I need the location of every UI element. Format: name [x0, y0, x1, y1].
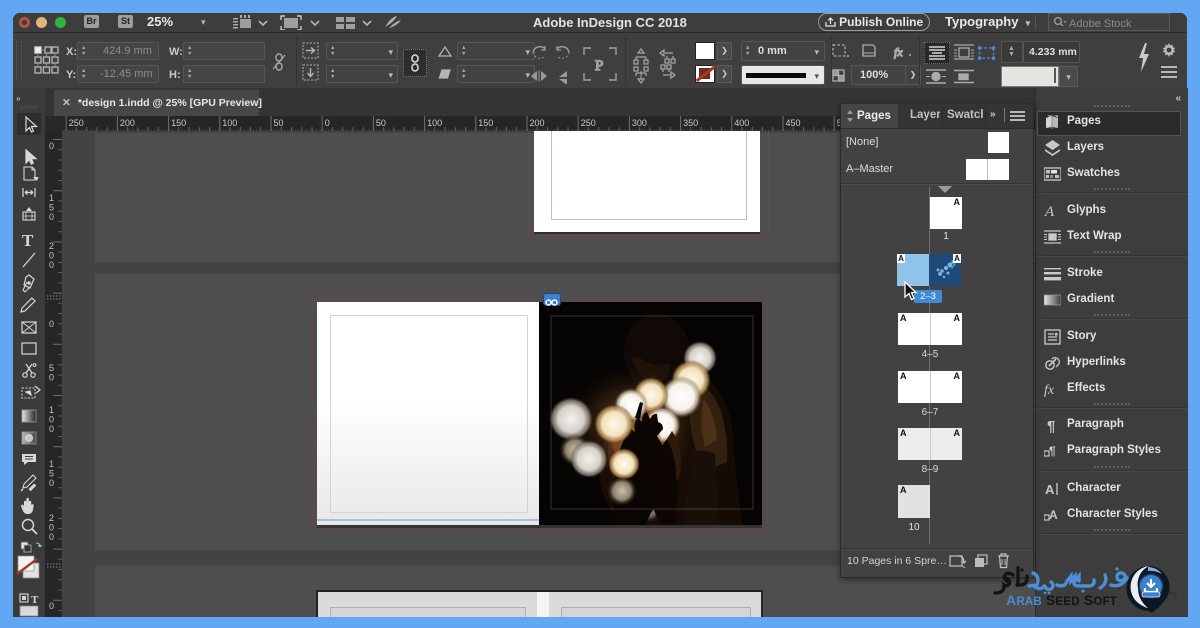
svg-text:fx: fx: [894, 45, 903, 59]
svg-text:SEED SOFT: SEED SOFT: [1046, 592, 1117, 608]
svg-text:A: A: [1049, 508, 1058, 522]
svg-text:100: 100: [222, 118, 237, 128]
svg-text:»: »: [16, 94, 21, 103]
svg-text:5: 5: [49, 469, 54, 479]
svg-text:150: 150: [171, 118, 186, 128]
svg-text:50: 50: [274, 118, 284, 128]
svg-text:50: 50: [376, 118, 386, 128]
svg-text:0: 0: [49, 523, 54, 533]
svg-text:0: 0: [49, 141, 54, 151]
svg-text:5: 5: [49, 203, 54, 213]
svg-text:ARAB: ARAB: [1006, 592, 1042, 608]
svg-text:P: P: [595, 58, 603, 74]
svg-text:100: 100: [427, 118, 442, 128]
svg-text:400: 400: [734, 118, 749, 128]
svg-text:¶: ¶: [1047, 418, 1055, 433]
svg-text:250: 250: [69, 118, 84, 128]
svg-text:1: 1: [49, 193, 54, 203]
svg-text:0: 0: [325, 118, 330, 128]
svg-text:150: 150: [478, 118, 493, 128]
svg-text:0: 0: [49, 373, 54, 383]
svg-text:5: 5: [49, 363, 54, 373]
svg-text:0: 0: [49, 532, 54, 542]
svg-text:450: 450: [786, 118, 801, 128]
svg-text:.org: .org: [1168, 591, 1177, 597]
svg-text:T: T: [22, 231, 34, 250]
svg-text:¶: ¶: [1049, 444, 1056, 458]
svg-text:T: T: [31, 594, 39, 606]
svg-text:200: 200: [120, 118, 135, 128]
svg-text:0: 0: [49, 319, 54, 329]
svg-text:0: 0: [49, 601, 54, 611]
svg-text:1: 1: [49, 405, 54, 415]
svg-text:0: 0: [49, 212, 54, 222]
svg-text:2: 2: [49, 513, 54, 523]
svg-text:fx: fx: [1044, 383, 1055, 397]
svg-text:A: A: [1045, 482, 1055, 497]
svg-text:2: 2: [49, 241, 54, 251]
svg-text:0: 0: [49, 260, 54, 270]
svg-text:250: 250: [581, 118, 596, 128]
svg-text:350: 350: [683, 118, 698, 128]
svg-text:0: 0: [49, 251, 54, 261]
svg-text:200: 200: [530, 118, 545, 128]
svg-text:A: A: [1044, 204, 1055, 219]
svg-text:300: 300: [632, 118, 647, 128]
svg-text:1: 1: [49, 459, 54, 469]
svg-text:0: 0: [49, 478, 54, 488]
svg-text:0: 0: [49, 424, 54, 434]
svg-text:0: 0: [49, 415, 54, 425]
